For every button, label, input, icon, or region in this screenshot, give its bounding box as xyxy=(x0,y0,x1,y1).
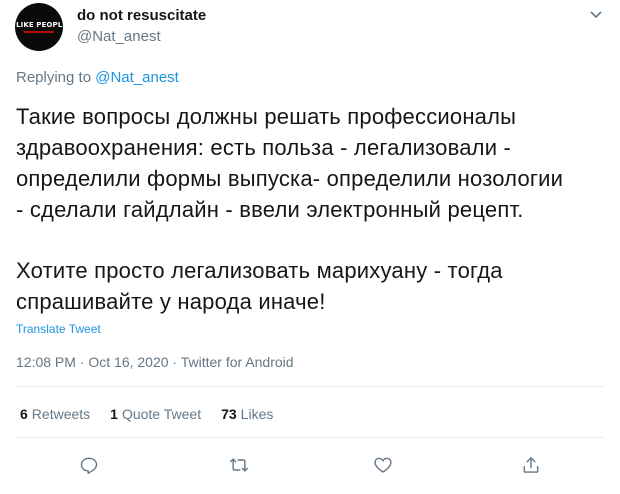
likes-count: 73 xyxy=(221,406,237,422)
reply-mention-link[interactable]: @Nat_anest xyxy=(95,69,179,86)
author-display-name[interactable]: do not resuscitate xyxy=(77,7,206,24)
tweet-text: Такие вопросы должны решать профессионал… xyxy=(16,101,612,317)
reply-icon xyxy=(80,457,98,475)
retweets-count: 6 xyxy=(20,406,28,422)
divider xyxy=(16,437,604,438)
share-button[interactable] xyxy=(520,454,542,476)
tweet-line: Такие вопросы должны решать профессионал… xyxy=(16,104,517,129)
retweet-button[interactable] xyxy=(228,454,250,476)
retweets-stat[interactable]: 6 Retweets xyxy=(20,406,90,422)
quote-tweets-label: Quote Tweet xyxy=(121,406,202,422)
reply-button[interactable] xyxy=(78,454,100,476)
tweet-line: здравоохранения: есть польза - легализов… xyxy=(16,135,512,160)
tweet-line: определили формы выпуска- определили ноз… xyxy=(16,166,564,191)
chevron-down-icon[interactable] xyxy=(588,8,604,22)
quote-tweets-count: 1 xyxy=(110,406,118,422)
likes-stat[interactable]: 73 Likes xyxy=(221,406,273,422)
tweet-line: спрашивайте у народа иначе! xyxy=(16,289,326,314)
author-handle[interactable]: @Nat_anest xyxy=(77,28,161,45)
retweet-icon xyxy=(229,458,249,472)
likes-label: Likes xyxy=(240,406,274,422)
avatar-decoration xyxy=(24,31,54,33)
tweet-timestamp[interactable]: 12:08 PM · Oct 16, 2020 · Twitter for An… xyxy=(16,354,294,370)
translate-tweet-link[interactable]: Translate Tweet xyxy=(16,322,101,336)
share-icon xyxy=(523,457,539,473)
replying-to-label: Replying to xyxy=(16,69,92,86)
retweets-label: Retweets xyxy=(31,406,91,422)
divider xyxy=(16,386,604,387)
quote-tweets-stat[interactable]: 1 Quote Tweet xyxy=(110,406,201,422)
replying-to: Replying to @Nat_anest xyxy=(16,69,179,86)
avatar-text: I LIKE PEOPLE xyxy=(15,21,63,29)
tweet-line: - сделали гайдлайн - ввели электронный р… xyxy=(16,197,524,222)
tweet-stats: 6 Retweets 1 Quote Tweet 73 Likes xyxy=(20,406,293,422)
like-icon xyxy=(374,457,392,473)
avatar[interactable]: I LIKE PEOPLE xyxy=(15,3,63,51)
tweet-line: Хотите просто легализовать марихуану - т… xyxy=(16,258,503,283)
like-button[interactable] xyxy=(372,454,394,476)
